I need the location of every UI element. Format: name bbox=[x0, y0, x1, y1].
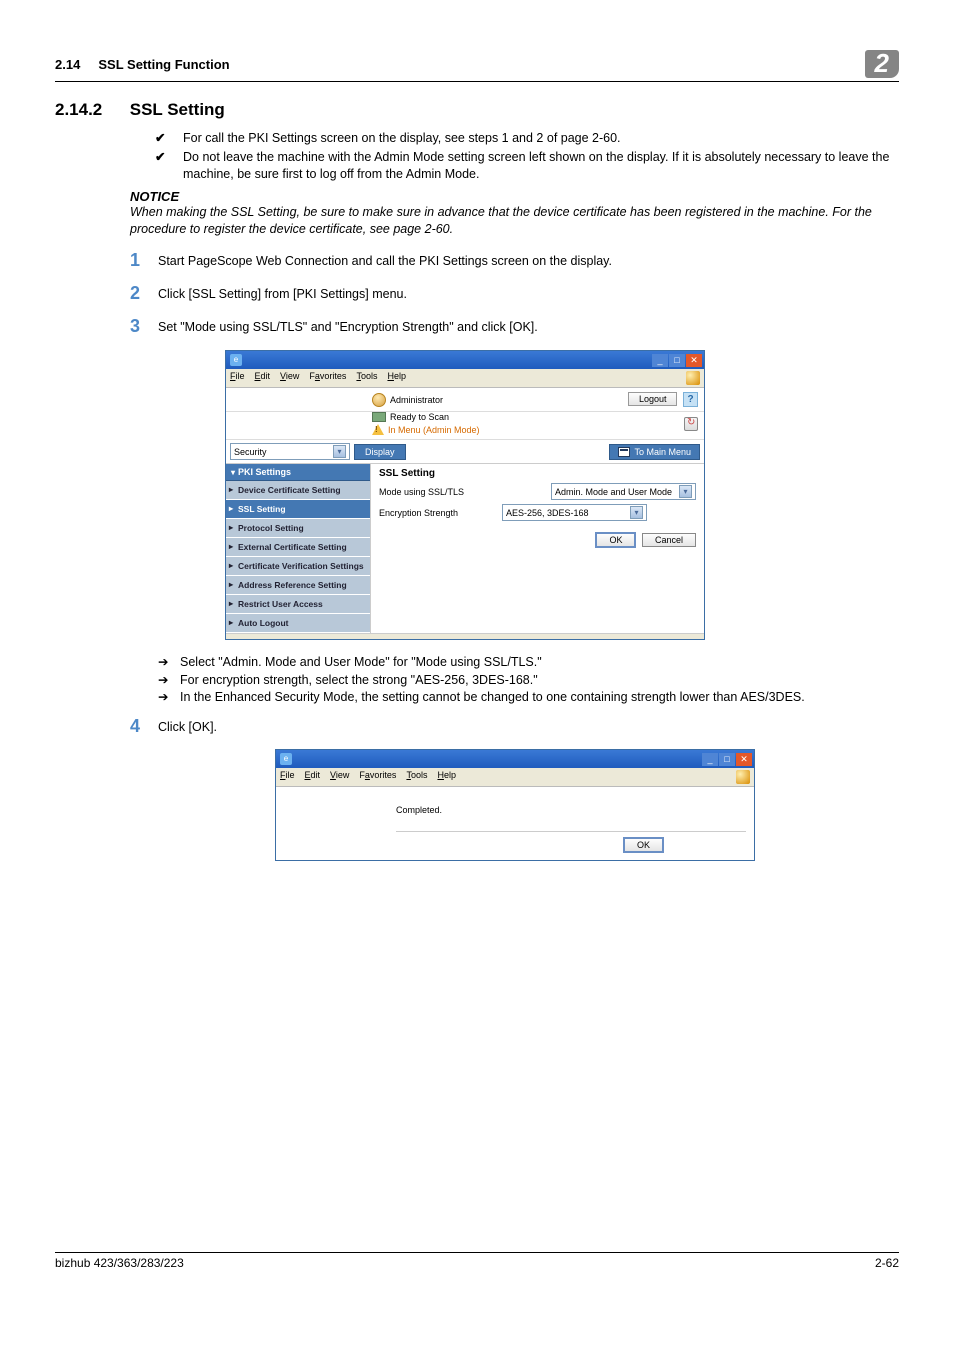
completed-text: Completed. bbox=[396, 805, 442, 815]
ready-status: Ready to Scan bbox=[390, 412, 449, 422]
refresh-icon[interactable] bbox=[684, 417, 698, 431]
menu-tools[interactable]: Tools bbox=[356, 371, 377, 385]
browser-logo-icon bbox=[686, 371, 700, 385]
step-number-1: 1 bbox=[130, 251, 158, 270]
to-main-menu-label: To Main Menu bbox=[634, 447, 691, 457]
sidebar-item-auto-logout[interactable]: Auto Logout bbox=[226, 614, 370, 633]
step-text-3: Set "Mode using SSL/TLS" and "Encryption… bbox=[158, 317, 538, 336]
content-title: SSL Setting bbox=[379, 468, 696, 479]
menu-tools[interactable]: Tools bbox=[406, 770, 427, 784]
warning-icon bbox=[372, 424, 384, 435]
to-main-menu-button[interactable]: To Main Menu bbox=[609, 444, 700, 460]
sidebar-item-protocol[interactable]: Protocol Setting bbox=[226, 519, 370, 538]
subsection-number: 2.14.2 bbox=[55, 100, 125, 120]
menu-file[interactable]: File bbox=[280, 770, 295, 784]
header-section-title: SSL Setting Function bbox=[98, 57, 229, 72]
menu-status: In Menu (Admin Mode) bbox=[388, 425, 480, 435]
sub-bullet-3: In the Enhanced Security Mode, the setti… bbox=[180, 689, 805, 707]
sidebar-item-address-ref[interactable]: Address Reference Setting bbox=[226, 576, 370, 595]
chapter-badge: 2 bbox=[865, 50, 899, 78]
encryption-label: Encryption Strength bbox=[379, 508, 494, 518]
mode-select[interactable]: Admin. Mode and User Mode ▾ bbox=[551, 483, 696, 500]
subsection-title: SSL Setting bbox=[130, 100, 225, 119]
sidebar: PKI Settings Device Certificate Setting … bbox=[226, 464, 371, 633]
mode-label: Mode using SSL/TLS bbox=[379, 487, 494, 497]
intro-bullet-1: For call the PKI Settings screen on the … bbox=[183, 130, 621, 147]
menu-favorites[interactable]: Favorites bbox=[309, 371, 346, 385]
step-text-1: Start PageScope Web Connection and call … bbox=[158, 251, 612, 270]
menu-favorites[interactable]: Favorites bbox=[359, 770, 396, 784]
ok-button[interactable]: OK bbox=[595, 532, 636, 548]
chevron-down-icon: ▾ bbox=[333, 445, 346, 458]
minimize-button[interactable]: _ bbox=[702, 753, 718, 766]
close-button[interactable]: ✕ bbox=[736, 753, 752, 766]
arrow-icon: ➔ bbox=[158, 672, 180, 690]
step-number-2: 2 bbox=[130, 284, 158, 303]
sub-bullet-1: Select "Admin. Mode and User Mode" for "… bbox=[180, 654, 542, 672]
arrow-icon: ➔ bbox=[158, 689, 180, 707]
browser-logo-icon bbox=[736, 770, 750, 784]
sub-bullet-2: For encryption strength, select the stro… bbox=[180, 672, 538, 690]
sidebar-head-pki[interactable]: PKI Settings bbox=[226, 464, 370, 481]
notice-body: When making the SSL Setting, be sure to … bbox=[130, 204, 899, 238]
help-icon[interactable]: ? bbox=[683, 392, 698, 407]
ok-button[interactable]: OK bbox=[623, 837, 664, 853]
ssl-settings-window: e _ □ ✕ File Edit View Favorites Tools H… bbox=[225, 350, 705, 640]
chevron-down-icon: ▾ bbox=[630, 506, 643, 519]
close-button[interactable]: ✕ bbox=[686, 354, 702, 367]
category-select[interactable]: Security ▾ bbox=[230, 443, 350, 460]
menu-view[interactable]: View bbox=[330, 770, 349, 784]
sidebar-item-device-cert[interactable]: Device Certificate Setting bbox=[226, 481, 370, 500]
sidebar-item-ssl-setting[interactable]: SSL Setting bbox=[226, 500, 370, 519]
step-text-4: Click [OK]. bbox=[158, 717, 217, 736]
titlebar: e _ □ ✕ bbox=[226, 351, 704, 369]
menu-edit[interactable]: Edit bbox=[255, 371, 271, 385]
sidebar-item-external-cert[interactable]: External Certificate Setting bbox=[226, 538, 370, 557]
menu-view[interactable]: View bbox=[280, 371, 299, 385]
minimize-button[interactable]: _ bbox=[652, 354, 668, 367]
encryption-value: AES-256, 3DES-168 bbox=[506, 508, 589, 518]
step-number-4: 4 bbox=[130, 717, 158, 736]
display-button[interactable]: Display bbox=[354, 444, 406, 460]
divider bbox=[396, 831, 746, 832]
maximize-button[interactable]: □ bbox=[669, 354, 685, 367]
sidebar-item-restrict-user[interactable]: Restrict User Access bbox=[226, 595, 370, 614]
maximize-button[interactable]: □ bbox=[719, 753, 735, 766]
printer-icon bbox=[372, 412, 386, 422]
arrow-icon: ➔ bbox=[158, 654, 180, 672]
notice-title: NOTICE bbox=[130, 189, 899, 204]
titlebar: e _ □ ✕ bbox=[276, 750, 754, 768]
mode-value: Admin. Mode and User Mode bbox=[555, 487, 672, 497]
chevron-down-icon: ▾ bbox=[679, 485, 692, 498]
menu-help[interactable]: Help bbox=[437, 770, 456, 784]
footer-model: bizhub 423/363/283/223 bbox=[55, 1256, 184, 1270]
intro-bullet-2: Do not leave the machine with the Admin … bbox=[183, 149, 899, 183]
menubar: File Edit View Favorites Tools Help bbox=[276, 768, 754, 787]
user-icon bbox=[372, 393, 386, 407]
logout-button[interactable]: Logout bbox=[628, 392, 678, 406]
menu-file[interactable]: File bbox=[230, 371, 245, 385]
menubar: File Edit View Favorites Tools Help bbox=[226, 369, 704, 388]
step-number-3: 3 bbox=[130, 317, 158, 336]
main-menu-icon bbox=[618, 447, 630, 457]
category-value: Security bbox=[234, 447, 267, 457]
footer-page: 2-62 bbox=[875, 1256, 899, 1270]
menu-edit[interactable]: Edit bbox=[305, 770, 321, 784]
app-icon: e bbox=[280, 753, 292, 765]
menu-help[interactable]: Help bbox=[387, 371, 406, 385]
app-icon: e bbox=[230, 354, 242, 366]
cancel-button[interactable]: Cancel bbox=[642, 533, 696, 547]
role-label: Administrator bbox=[390, 395, 443, 405]
check-icon: ✔ bbox=[155, 149, 183, 183]
completed-window: e _ □ ✕ File Edit View Favorites Tools H… bbox=[275, 749, 755, 861]
check-icon: ✔ bbox=[155, 130, 183, 147]
sidebar-item-cert-verification[interactable]: Certificate Verification Settings bbox=[226, 557, 370, 576]
header-section-num: 2.14 bbox=[55, 57, 80, 72]
step-text-2: Click [SSL Setting] from [PKI Settings] … bbox=[158, 284, 407, 303]
encryption-select[interactable]: AES-256, 3DES-168 ▾ bbox=[502, 504, 647, 521]
